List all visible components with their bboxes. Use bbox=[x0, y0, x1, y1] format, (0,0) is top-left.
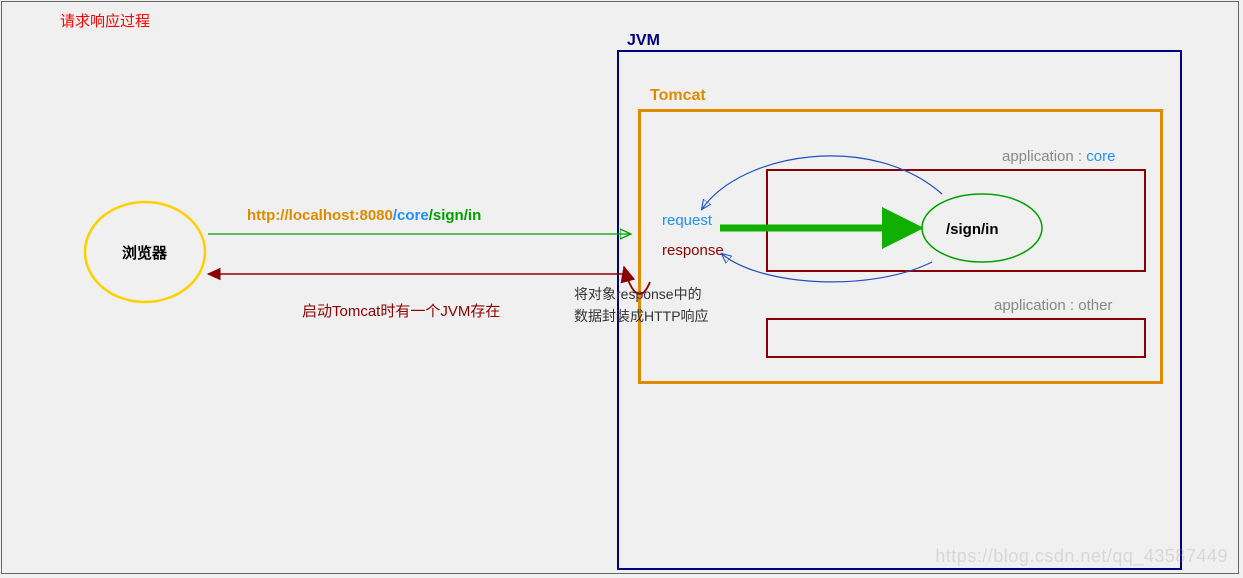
application-other-box bbox=[766, 318, 1146, 358]
watermark: https://blog.csdn.net/qq_43587449 bbox=[935, 546, 1228, 567]
sign-in-label: /sign/in bbox=[946, 221, 999, 238]
response-pack-note: 将对象response中的 数据封装成HTTP响应 bbox=[574, 283, 709, 327]
tomcat-label: Tomcat bbox=[650, 87, 706, 105]
tomcat-jvm-note: 启动Tomcat时有一个JVM存在 bbox=[302, 300, 500, 321]
diagram-title: 请求响应过程 bbox=[60, 10, 150, 31]
application-other-label: application : other bbox=[994, 297, 1112, 314]
request-label: request bbox=[662, 212, 712, 229]
diagram-canvas: 请求响应过程 JVM Tomcat application : core app… bbox=[1, 1, 1239, 574]
response-label: response bbox=[662, 242, 724, 259]
request-url: http://localhost:8080/core/sign/in bbox=[247, 207, 481, 224]
browser-label: 浏览器 bbox=[122, 242, 167, 263]
application-core-label: application : core bbox=[1002, 148, 1115, 165]
jvm-label: JVM bbox=[627, 32, 660, 50]
